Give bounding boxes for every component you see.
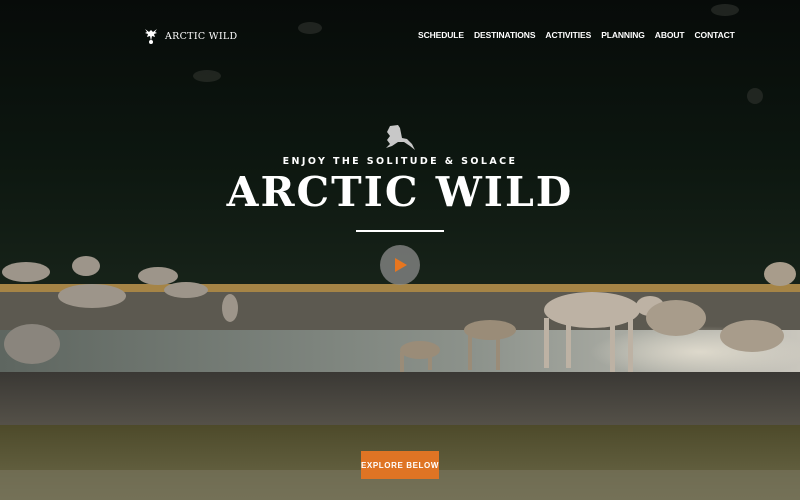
nav-item-destinations[interactable]: DESTINATIONS <box>474 30 536 40</box>
nav-item-planning[interactable]: PLANNING <box>601 30 645 40</box>
nav-item-activities[interactable]: ACTIVITIES <box>545 30 591 40</box>
title-divider <box>356 230 444 232</box>
explore-below-button[interactable]: EXPLORE BELOW <box>361 451 439 479</box>
hero-title: ARCTIC WILD <box>226 168 574 216</box>
play-video-button[interactable] <box>380 245 420 285</box>
hero-tagline: ENJOY THE SOLITUDE & SOLACE <box>282 156 518 167</box>
nav-item-about[interactable]: ABOUT <box>655 30 685 40</box>
site-logo-text: ARCTIC WILD <box>165 30 238 42</box>
main-nav: SCHEDULE DESTINATIONS ACTIVITIES PLANNIN… <box>418 30 735 40</box>
site-logo[interactable]: ARCTIC WILD <box>142 27 237 45</box>
nav-item-schedule[interactable]: SCHEDULE <box>418 30 464 40</box>
nav-item-contact[interactable]: CONTACT <box>695 30 735 40</box>
hero-section: ARCTIC WILD SCHEDULE DESTINATIONS ACTIVI… <box>0 0 800 500</box>
caribou-logo-icon <box>145 29 157 44</box>
alaska-map-icon <box>386 125 415 150</box>
play-icon <box>395 258 407 272</box>
